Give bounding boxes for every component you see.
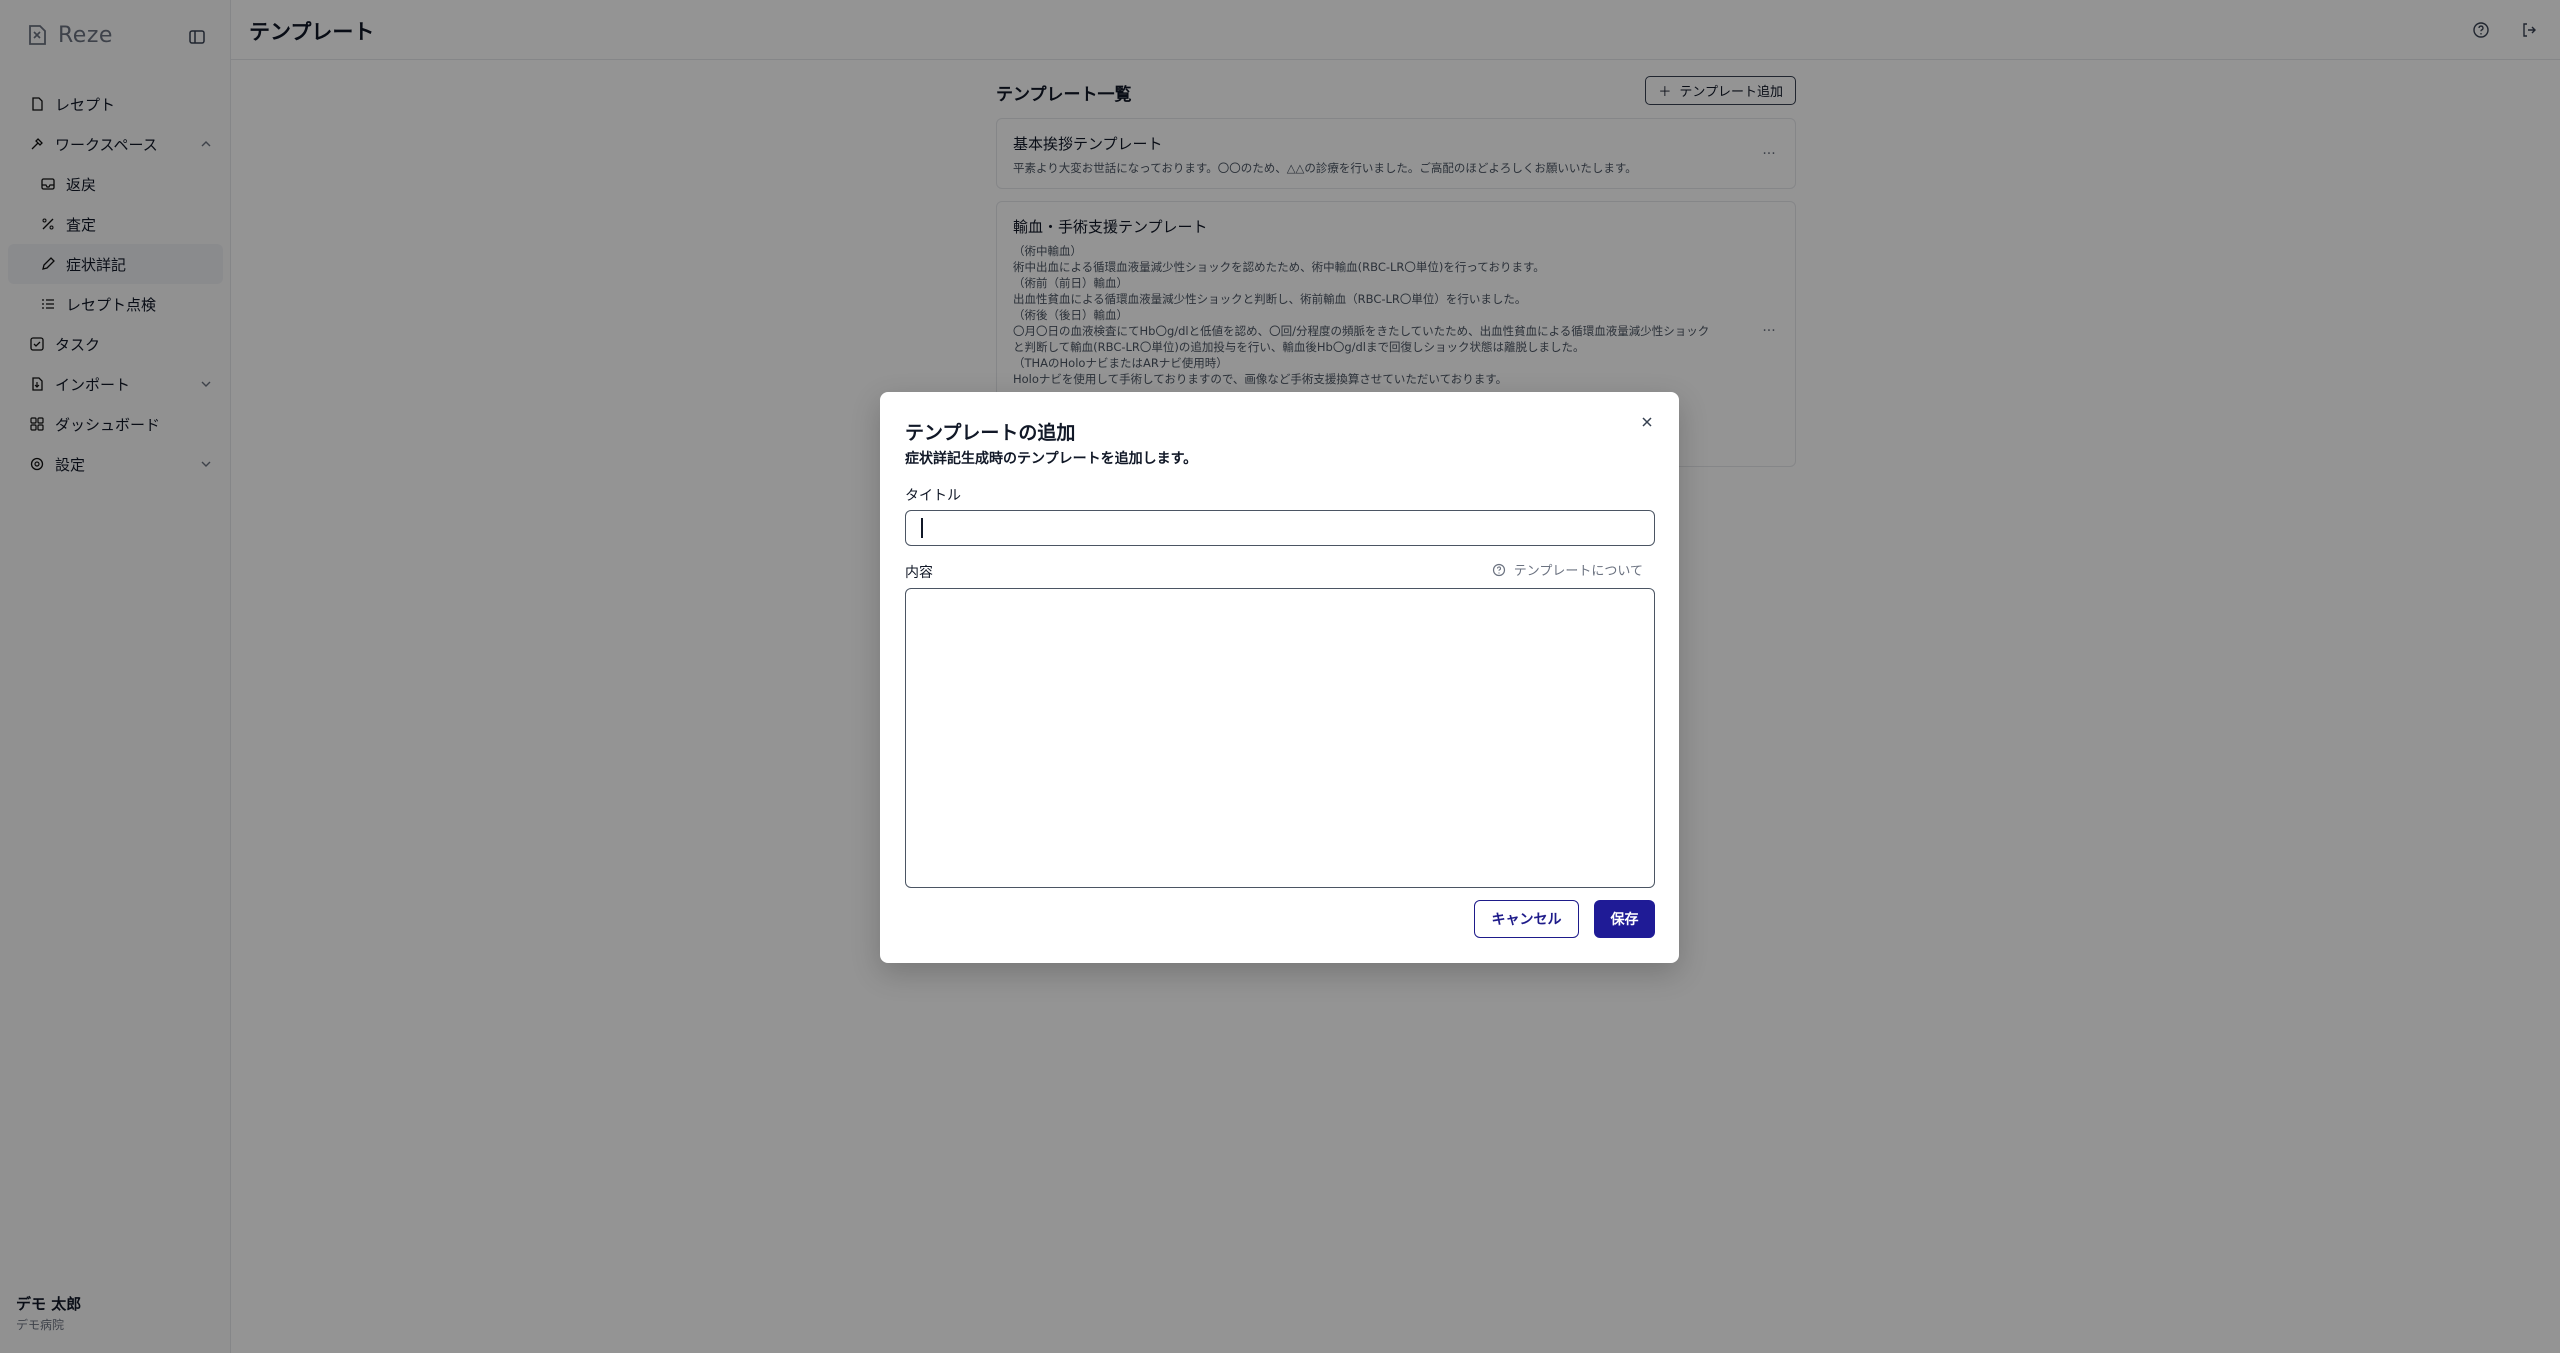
- save-button[interactable]: 保存: [1594, 900, 1655, 938]
- close-icon[interactable]: [1639, 414, 1655, 430]
- cancel-button[interactable]: キャンセル: [1474, 900, 1579, 938]
- title-input[interactable]: [905, 510, 1655, 546]
- app-root: Reze レセプト ワークスペース 返戻 査定 症状詳記 レセプト点検 タスク …: [0, 0, 2560, 1353]
- add-template-dialog: テンプレートの追加 症状詳記生成時のテンプレートを追加します。 タイトル 内容 …: [880, 392, 1679, 963]
- help-circle-icon: [1492, 563, 1505, 576]
- content-textarea[interactable]: [905, 588, 1655, 888]
- about-template-link[interactable]: テンプレートについて: [1492, 560, 1643, 579]
- dialog-title: テンプレートの追加: [905, 422, 1076, 444]
- text-caret: [921, 518, 923, 538]
- about-template-label: テンプレートについて: [1513, 564, 1643, 579]
- dialog-description: 症状詳記生成時のテンプレートを追加します。: [905, 451, 1198, 467]
- content-label: 内容: [905, 565, 933, 581]
- title-label: タイトル: [905, 488, 961, 504]
